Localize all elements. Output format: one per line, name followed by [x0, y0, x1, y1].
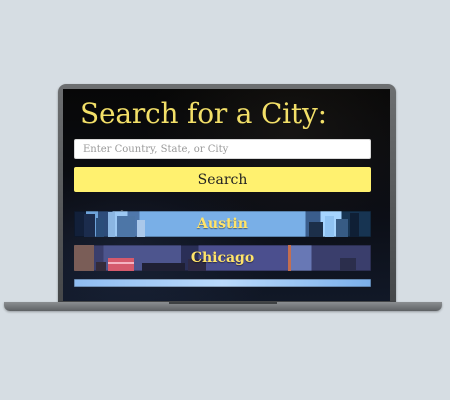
- laptop-device: Search for a City: Search Austin: [4, 84, 442, 311]
- city-card-chicago[interactable]: Chicago: [74, 245, 371, 271]
- laptop-screen: Search for a City: Search Austin: [63, 89, 390, 301]
- laptop-opening-notch: [169, 302, 277, 304]
- laptop-lid: Search for a City: Search Austin: [58, 84, 396, 304]
- laptop-base: [4, 302, 442, 311]
- page-title: Search for a City:: [80, 97, 327, 130]
- city-search-input[interactable]: [74, 139, 371, 159]
- city-card-partially-visible[interactable]: [74, 279, 371, 287]
- city-card-austin[interactable]: Austin: [74, 211, 371, 237]
- search-button[interactable]: Search: [74, 167, 371, 192]
- city-label-chicago: Chicago: [190, 250, 255, 266]
- city-label-austin: Austin: [197, 216, 248, 232]
